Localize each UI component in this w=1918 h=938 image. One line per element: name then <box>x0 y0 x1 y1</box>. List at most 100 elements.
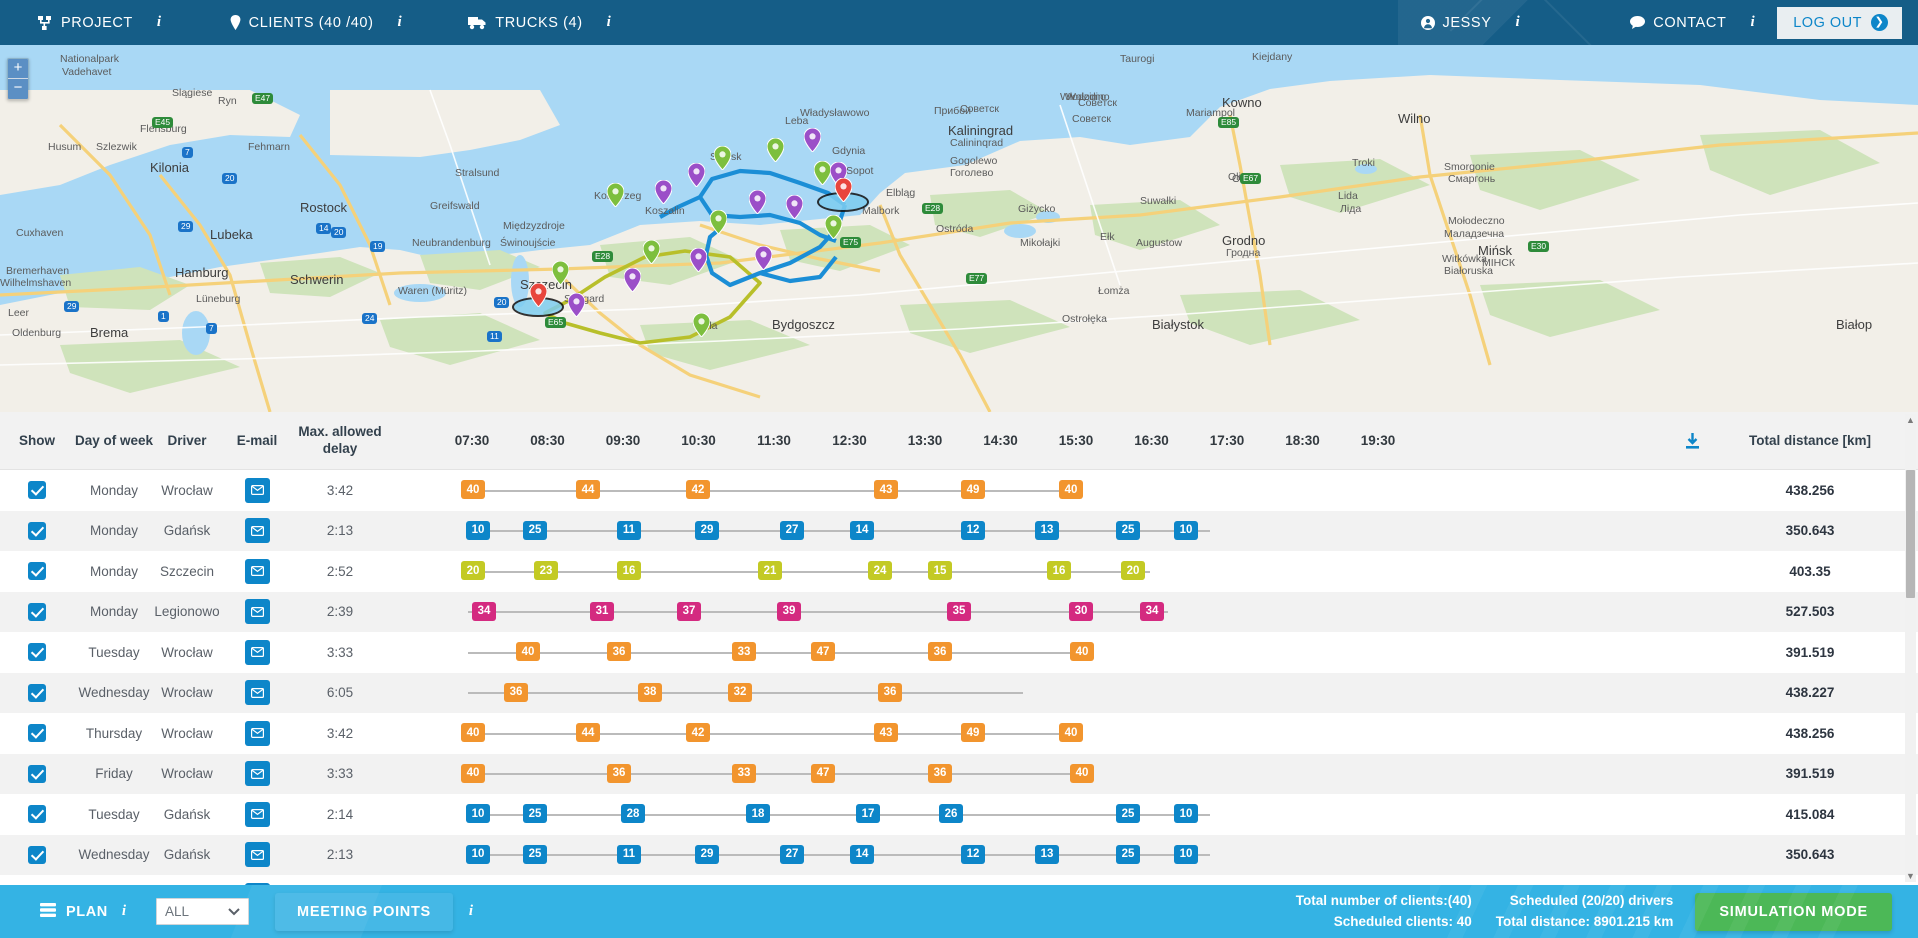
show-checkbox[interactable] <box>28 481 46 500</box>
nav-item-contact[interactable]: CONTACT i <box>1630 14 1755 31</box>
timeline-stop[interactable]: 10 <box>1174 804 1198 823</box>
table-row[interactable] <box>0 875 1918 885</box>
timeline-stop[interactable]: 34 <box>1140 601 1164 621</box>
timeline-stop[interactable]: 44 <box>576 480 600 499</box>
timeline-stop[interactable]: 29 <box>695 844 719 864</box>
timeline-stop[interactable]: 25 <box>1116 520 1140 540</box>
email-icon[interactable] <box>244 842 270 868</box>
nav-item-trucks[interactable]: TRUCKS (4) i <box>468 14 611 31</box>
timeline-stop[interactable]: 11 <box>617 844 641 864</box>
timeline-stop[interactable]: 16 <box>1047 561 1071 580</box>
timeline-stop[interactable]: 49 <box>961 723 985 742</box>
logout-button[interactable]: LOG OUT ❯ <box>1777 6 1902 39</box>
show-checkbox[interactable] <box>28 683 46 702</box>
row-timeline[interactable]: 10 25 28 18 17 26 25 10 <box>450 794 1918 835</box>
email-icon[interactable] <box>244 680 270 706</box>
timeline-stop[interactable]: 26 <box>939 804 963 823</box>
timeline-stop[interactable]: 28 <box>621 804 645 823</box>
timeline-stop[interactable]: 40 <box>461 480 485 499</box>
clients-info-icon[interactable]: i <box>398 14 403 31</box>
show-checkbox[interactable] <box>28 643 46 662</box>
timeline-stop[interactable]: 10 <box>466 804 490 823</box>
timeline-stop[interactable]: 24 <box>868 561 892 580</box>
timeline-stop[interactable]: 14 <box>850 844 874 864</box>
zoom-out-button[interactable]: − <box>8 79 28 99</box>
timeline-stop[interactable]: 25 <box>523 844 547 864</box>
meeting-points-info-icon[interactable]: i <box>469 903 473 920</box>
timeline-stop[interactable]: 38 <box>638 682 662 702</box>
timeline-stop[interactable]: 40 <box>516 642 540 661</box>
timeline-stop[interactable]: 25 <box>1116 804 1140 823</box>
timeline-stop[interactable]: 34 <box>472 601 496 621</box>
timeline-stop[interactable]: 36 <box>607 642 631 661</box>
scrollbar-thumb[interactable] <box>1906 470 1915 598</box>
row-timeline[interactable]: 36 38 32 36 <box>450 673 1918 714</box>
show-checkbox[interactable] <box>28 602 46 621</box>
trucks-info-icon[interactable]: i <box>607 14 612 31</box>
table-vertical-scrollbar[interactable]: ▲ ▼ <box>1905 414 1916 882</box>
timeline-stop[interactable]: 12 <box>961 520 985 540</box>
timeline-stop[interactable]: 36 <box>928 642 952 661</box>
timeline-stop[interactable]: 10 <box>1174 520 1198 540</box>
timeline-stop[interactable]: 25 <box>523 804 547 823</box>
table-row[interactable]: Monday Wrocław 3:42 40 44 42 43 49 40 438.256 <box>0 470 1918 511</box>
nav-item-user[interactable]: JESSY i <box>1420 14 1521 31</box>
plan-button[interactable]: PLAN <box>40 902 108 921</box>
show-checkbox[interactable] <box>28 805 46 824</box>
table-row[interactable]: Tuesday Wrocław 3:33 40 36 33 47 36 40 391.519 <box>0 632 1918 673</box>
show-checkbox[interactable] <box>28 562 46 581</box>
meeting-points-button[interactable]: MEETING POINTS <box>275 892 453 931</box>
table-row[interactable]: Friday Wrocław 3:33 40 36 33 47 36 40 391.519 <box>0 753 1918 795</box>
timeline-stop[interactable]: 40 <box>1070 642 1094 661</box>
email-icon[interactable] <box>244 477 270 503</box>
map-zoom-controls[interactable]: + − <box>7 58 29 100</box>
table-row[interactable]: Thursday Wrocław 3:42 40 44 42 43 49 40 438.256 <box>0 713 1918 754</box>
timeline-stop[interactable]: 40 <box>1059 723 1083 742</box>
timeline-stop[interactable]: 25 <box>523 520 547 540</box>
timeline-stop[interactable]: 44 <box>576 723 600 742</box>
timeline-stop[interactable]: 18 <box>746 804 770 823</box>
timeline-stop[interactable]: 40 <box>1070 763 1094 783</box>
timeline-stop[interactable]: 25 <box>1116 844 1140 864</box>
timeline-stop[interactable]: 16 <box>617 561 641 580</box>
timeline-stop[interactable]: 30 <box>1069 601 1093 621</box>
timeline-stop[interactable]: 36 <box>504 682 528 702</box>
timeline-stop[interactable]: 47 <box>811 642 835 661</box>
contact-info-icon[interactable]: i <box>1750 14 1755 31</box>
row-timeline[interactable]: 40 36 33 47 36 40 <box>450 754 1918 795</box>
timeline-stop[interactable]: 33 <box>732 763 756 783</box>
timeline-stop[interactable]: 14 <box>850 520 874 540</box>
table-row[interactable]: Tuesday Gdańsk 2:14 10 25 28 18 17 26 25 10 415.084 <box>0 794 1918 835</box>
email-icon[interactable] <box>244 801 270 827</box>
row-timeline[interactable]: 10 25 11 29 27 14 12 13 25 10 <box>450 511 1918 552</box>
email-icon[interactable] <box>244 599 270 625</box>
timeline-stop[interactable]: 42 <box>686 480 710 499</box>
timeline-stop[interactable]: 40 <box>461 723 485 742</box>
email-icon[interactable] <box>244 518 270 544</box>
timeline-stop[interactable]: 23 <box>534 561 558 580</box>
email-icon[interactable] <box>244 720 270 746</box>
timeline-stop[interactable]: 13 <box>1035 844 1059 864</box>
show-checkbox[interactable] <box>28 764 46 783</box>
timeline-stop[interactable]: 43 <box>874 723 898 742</box>
table-row[interactable]: Wednesday Wrocław 6:05 36 38 32 36 438.227 <box>0 672 1918 714</box>
timeline-stop[interactable]: 40 <box>1059 480 1083 499</box>
timeline-stop[interactable]: 10 <box>1174 844 1198 864</box>
timeline-stop[interactable]: 17 <box>856 804 880 823</box>
timeline-stop[interactable]: 27 <box>780 520 804 540</box>
timeline-stop[interactable]: 31 <box>590 601 614 621</box>
scroll-down-arrow[interactable]: ▼ <box>1905 870 1916 882</box>
filter-select[interactable]: ALL <box>156 898 250 925</box>
row-timeline[interactable] <box>450 875 1918 885</box>
plan-info-icon[interactable]: i <box>122 903 126 920</box>
scroll-up-arrow[interactable]: ▲ <box>1905 414 1916 426</box>
timeline-stop[interactable]: 10 <box>466 844 490 864</box>
timeline-stop[interactable]: 37 <box>677 601 701 621</box>
table-row[interactable]: Monday Gdańsk 2:13 10 25 11 29 27 14 12 13 25 10 350.… <box>0 510 1918 552</box>
timeline-stop[interactable]: 42 <box>686 723 710 742</box>
zoom-in-button[interactable]: + <box>8 59 28 79</box>
simulation-mode-button[interactable]: SIMULATION MODE <box>1695 892 1892 931</box>
timeline-stop[interactable]: 21 <box>758 561 782 580</box>
timeline-stop[interactable]: 20 <box>461 561 485 580</box>
user-info-icon[interactable]: i <box>1515 14 1520 31</box>
